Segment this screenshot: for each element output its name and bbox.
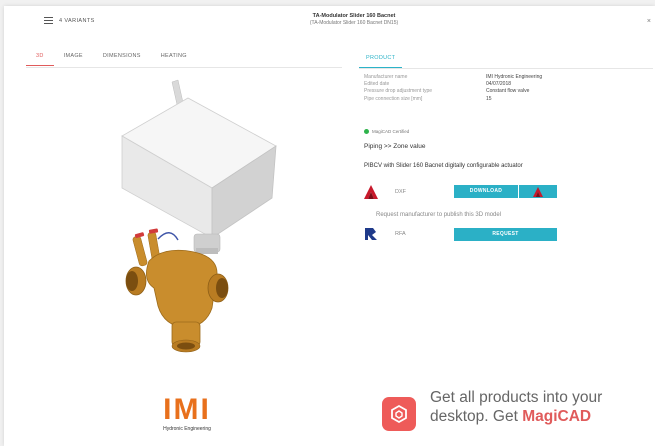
- property-value: Constant flow valve: [486, 88, 530, 95]
- product-window: 4 VARIANTS TA-Modulator Slider 160 Bacne…: [4, 6, 655, 446]
- hamburger-icon: [44, 17, 53, 24]
- magicad-link[interactable]: MagiCAD: [522, 408, 591, 425]
- property-value: IMI Hydronic Engineering: [486, 74, 543, 80]
- property-row: Edited date 04/07/2018: [364, 81, 584, 88]
- certified-dot-icon: [364, 129, 369, 134]
- promo-line-2: desktop. Get MagiCAD: [430, 407, 602, 426]
- revit-icon: [365, 228, 377, 240]
- imi-logo-text: IMI: [163, 393, 211, 426]
- view-tabs: 3D IMAGE DIMENSIONS HEATING: [26, 46, 197, 66]
- product-description: PIBCV with Slider 160 Bacnet digitally c…: [364, 163, 523, 169]
- format-label-dxf: DXF: [395, 189, 406, 195]
- product-properties: Manufacturer name IMI Hydronic Engineeri…: [364, 74, 584, 103]
- property-row: Manufacturer name IMI Hydronic Engineeri…: [364, 74, 584, 81]
- promo-text: Get all products into your desktop. Get …: [430, 388, 602, 426]
- tab-product[interactable]: PRODUCT: [359, 48, 403, 68]
- property-row: Pipe connection size [mm] 15: [364, 96, 584, 103]
- tabs-divider: [26, 67, 342, 68]
- magicad-icon[interactable]: [382, 397, 416, 431]
- tab-3d[interactable]: 3D: [26, 46, 54, 66]
- top-bar: 4 VARIANTS TA-Modulator Slider 160 Bacne…: [4, 6, 655, 38]
- info-tabs: PRODUCT: [359, 46, 653, 69]
- valve-model-image: [121, 79, 277, 353]
- promo-line-2-prefix: desktop. Get: [430, 408, 523, 425]
- format-label-rfa: RFA: [395, 231, 406, 237]
- property-value: 04/07/2018: [486, 81, 512, 88]
- property-key: Manufacturer name: [364, 74, 408, 80]
- product-title: TA-Modulator Slider 160 Bacnet (TA-Modul…: [244, 13, 464, 26]
- download-row: DXF DOWNLOAD: [364, 183, 564, 201]
- magicad-promo: Get all products into your desktop. Get …: [382, 388, 602, 431]
- variants-label: 4 VARIANTS: [59, 17, 95, 24]
- tab-image[interactable]: IMAGE: [54, 46, 93, 66]
- piping-category[interactable]: Piping >> Zone value: [364, 143, 425, 150]
- certified-label: MagiCAD Certified: [372, 129, 410, 134]
- tab-dimensions[interactable]: DIMENSIONS: [93, 46, 151, 66]
- product-name: TA-Modulator Slider 160 Bacnet: [312, 13, 396, 19]
- magicad-logo-icon: [391, 404, 407, 424]
- property-key: Pressure drop adjustment type: [364, 88, 433, 95]
- product-variant-name: (TA-Modulator Slider 160 Bacnet DN15): [309, 20, 399, 26]
- request-button[interactable]: REQUEST: [454, 228, 557, 241]
- autocad-icon: [533, 186, 543, 197]
- autocad-icon: [364, 185, 378, 199]
- imi-logo: IMI Hydronic Engineering: [152, 393, 222, 433]
- promo-line-1: Get all products into your: [430, 389, 603, 406]
- imi-logo-subtitle: Hydronic Engineering: [163, 426, 211, 432]
- property-value: 15: [486, 95, 492, 102]
- property-key: Pipe connection size [mm]: [364, 95, 423, 102]
- close-icon[interactable]: ×: [647, 18, 651, 25]
- download-button[interactable]: DOWNLOAD: [454, 185, 518, 198]
- valve-3d-model[interactable]: [94, 76, 294, 376]
- certified-badge: MagiCAD Certified: [364, 129, 409, 134]
- request-row: RFA REQUEST: [364, 225, 564, 243]
- variants-menu-button[interactable]: 4 VARIANTS: [44, 17, 95, 24]
- download-autocad-button[interactable]: [519, 185, 557, 198]
- property-row: Pressure drop adjustment type Constant f…: [364, 88, 584, 95]
- property-key: Edited date: [364, 81, 390, 88]
- request-note: Request manufacturer to publish this 3D …: [376, 212, 502, 218]
- tab-heating[interactable]: HEATING: [151, 46, 197, 66]
